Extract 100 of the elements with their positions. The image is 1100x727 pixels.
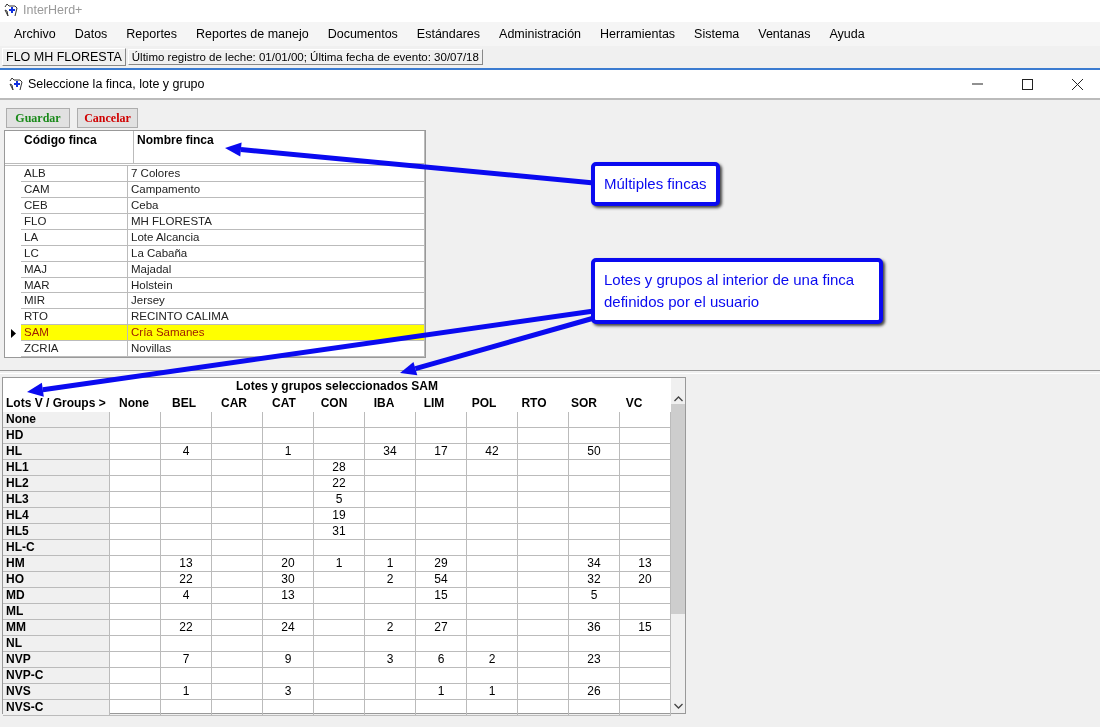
table-cell: 42 xyxy=(467,444,518,460)
table-cell xyxy=(467,508,518,524)
table-cell xyxy=(467,412,518,428)
menu-item[interactable]: Reportes de manejo xyxy=(187,27,318,41)
table-cell: 6 xyxy=(416,652,467,668)
table-cell xyxy=(518,668,569,684)
table-cell xyxy=(314,588,365,604)
table-cell xyxy=(365,492,416,508)
table-cell: SAM xyxy=(21,325,128,342)
table-cell xyxy=(161,412,212,428)
table-cell xyxy=(467,620,518,636)
table-cell xyxy=(518,588,569,604)
row-header: ML xyxy=(3,604,110,620)
farm-row[interactable]: MAR Holstein xyxy=(5,277,425,294)
table-cell: Holstein xyxy=(128,277,425,294)
scrollbar[interactable] xyxy=(671,378,685,713)
table-cell xyxy=(569,668,620,684)
farm-row[interactable]: SAM Cría Samanes xyxy=(5,325,425,342)
cancel-button[interactable]: Cancelar xyxy=(77,108,138,128)
column-header[interactable]: Código finca xyxy=(21,131,134,164)
table-cell: LC xyxy=(21,245,128,262)
menu-item[interactable]: Documentos xyxy=(318,27,407,41)
menu-item[interactable]: Ayuda xyxy=(820,27,874,41)
table-cell: 5 xyxy=(569,588,620,604)
menu-item[interactable]: Ventanas xyxy=(749,27,820,41)
table-cell: Novillas xyxy=(128,341,425,357)
table-cell: 54 xyxy=(416,572,467,588)
table-cell xyxy=(569,524,620,540)
scroll-up-icon[interactable] xyxy=(673,396,683,402)
menu-item[interactable]: Datos xyxy=(65,27,117,41)
menu-item[interactable]: Reportes xyxy=(117,27,187,41)
table-cell xyxy=(365,684,416,700)
table-cell xyxy=(518,604,569,620)
table-cell xyxy=(263,428,314,444)
table-cell xyxy=(110,508,161,524)
menu-item[interactable]: Administración xyxy=(490,27,591,41)
table-cell: 7 Colores xyxy=(128,166,425,183)
table-cell xyxy=(518,476,569,492)
table-cell: 7 xyxy=(161,652,212,668)
table-cell xyxy=(365,588,416,604)
farm-row[interactable]: CEB Ceba xyxy=(5,198,425,214)
table-cell xyxy=(314,652,365,668)
table-cell xyxy=(212,684,263,700)
row-header: HL2 xyxy=(3,476,110,492)
table-cell xyxy=(314,668,365,684)
status-panel: FLO MH FLORESTA xyxy=(2,48,126,66)
menu-item[interactable]: Herramientas xyxy=(591,27,685,41)
table-cell: 27 xyxy=(416,620,467,636)
row-header: NL xyxy=(3,636,110,652)
close-icon[interactable] xyxy=(1071,78,1083,90)
table-cell xyxy=(110,700,161,716)
table-cell: Ceba xyxy=(128,198,425,214)
table-cell: MH FLORESTA xyxy=(128,214,425,230)
farm-row[interactable]: CAM Campamento xyxy=(5,182,425,199)
row-pointer-icon xyxy=(10,328,16,338)
farm-row[interactable]: MIR Jersey xyxy=(5,293,425,310)
table-cell xyxy=(416,508,467,524)
scroll-down-icon[interactable] xyxy=(673,703,683,709)
table-cell xyxy=(365,636,416,652)
table-cell xyxy=(263,636,314,652)
table-cell xyxy=(263,524,314,540)
farm-row[interactable]: LC La Cabaña xyxy=(5,245,425,262)
farm-row[interactable]: MAJ Majadal xyxy=(5,261,425,278)
table-cell xyxy=(467,604,518,620)
maximize-icon[interactable] xyxy=(1021,78,1033,90)
window-icon xyxy=(8,76,24,92)
row-header: MD xyxy=(3,588,110,604)
table-cell xyxy=(569,636,620,652)
farm-row[interactable]: ZCRIA Novillas xyxy=(5,341,425,357)
table-cell xyxy=(518,508,569,524)
table-cell xyxy=(263,604,314,620)
table-cell xyxy=(518,428,569,444)
farm-row[interactable]: ALB 7 Colores xyxy=(5,166,425,183)
table-cell: 4 xyxy=(161,588,212,604)
table-cell xyxy=(161,524,212,540)
farm-row[interactable]: FLO MH FLORESTA xyxy=(5,214,425,230)
farm-row[interactable]: LA Lote Alcancia xyxy=(5,229,425,246)
table-cell xyxy=(365,524,416,540)
table-cell xyxy=(518,684,569,700)
table-cell xyxy=(569,508,620,524)
table-cell: 22 xyxy=(161,572,212,588)
menu-item[interactable]: Archivo xyxy=(5,27,65,41)
table-cell xyxy=(161,476,212,492)
table-cell xyxy=(518,460,569,476)
table-cell xyxy=(569,604,620,620)
table-cell: 36 xyxy=(569,620,620,636)
table-cell xyxy=(467,556,518,572)
table-cell: Campamento xyxy=(128,182,425,199)
table-cell: 20 xyxy=(263,556,314,572)
row-header: NVP xyxy=(3,652,110,668)
minimize-icon[interactable] xyxy=(971,83,983,85)
table-cell xyxy=(212,428,263,444)
row-header: HL xyxy=(3,444,110,460)
table-cell xyxy=(416,604,467,620)
table-cell xyxy=(518,572,569,588)
table-cell: La Cabaña xyxy=(128,245,425,262)
menu-item[interactable]: Estándares xyxy=(407,27,490,41)
table-cell xyxy=(212,700,263,716)
menu-item[interactable]: Sistema xyxy=(685,27,749,41)
table-cell xyxy=(416,428,467,444)
